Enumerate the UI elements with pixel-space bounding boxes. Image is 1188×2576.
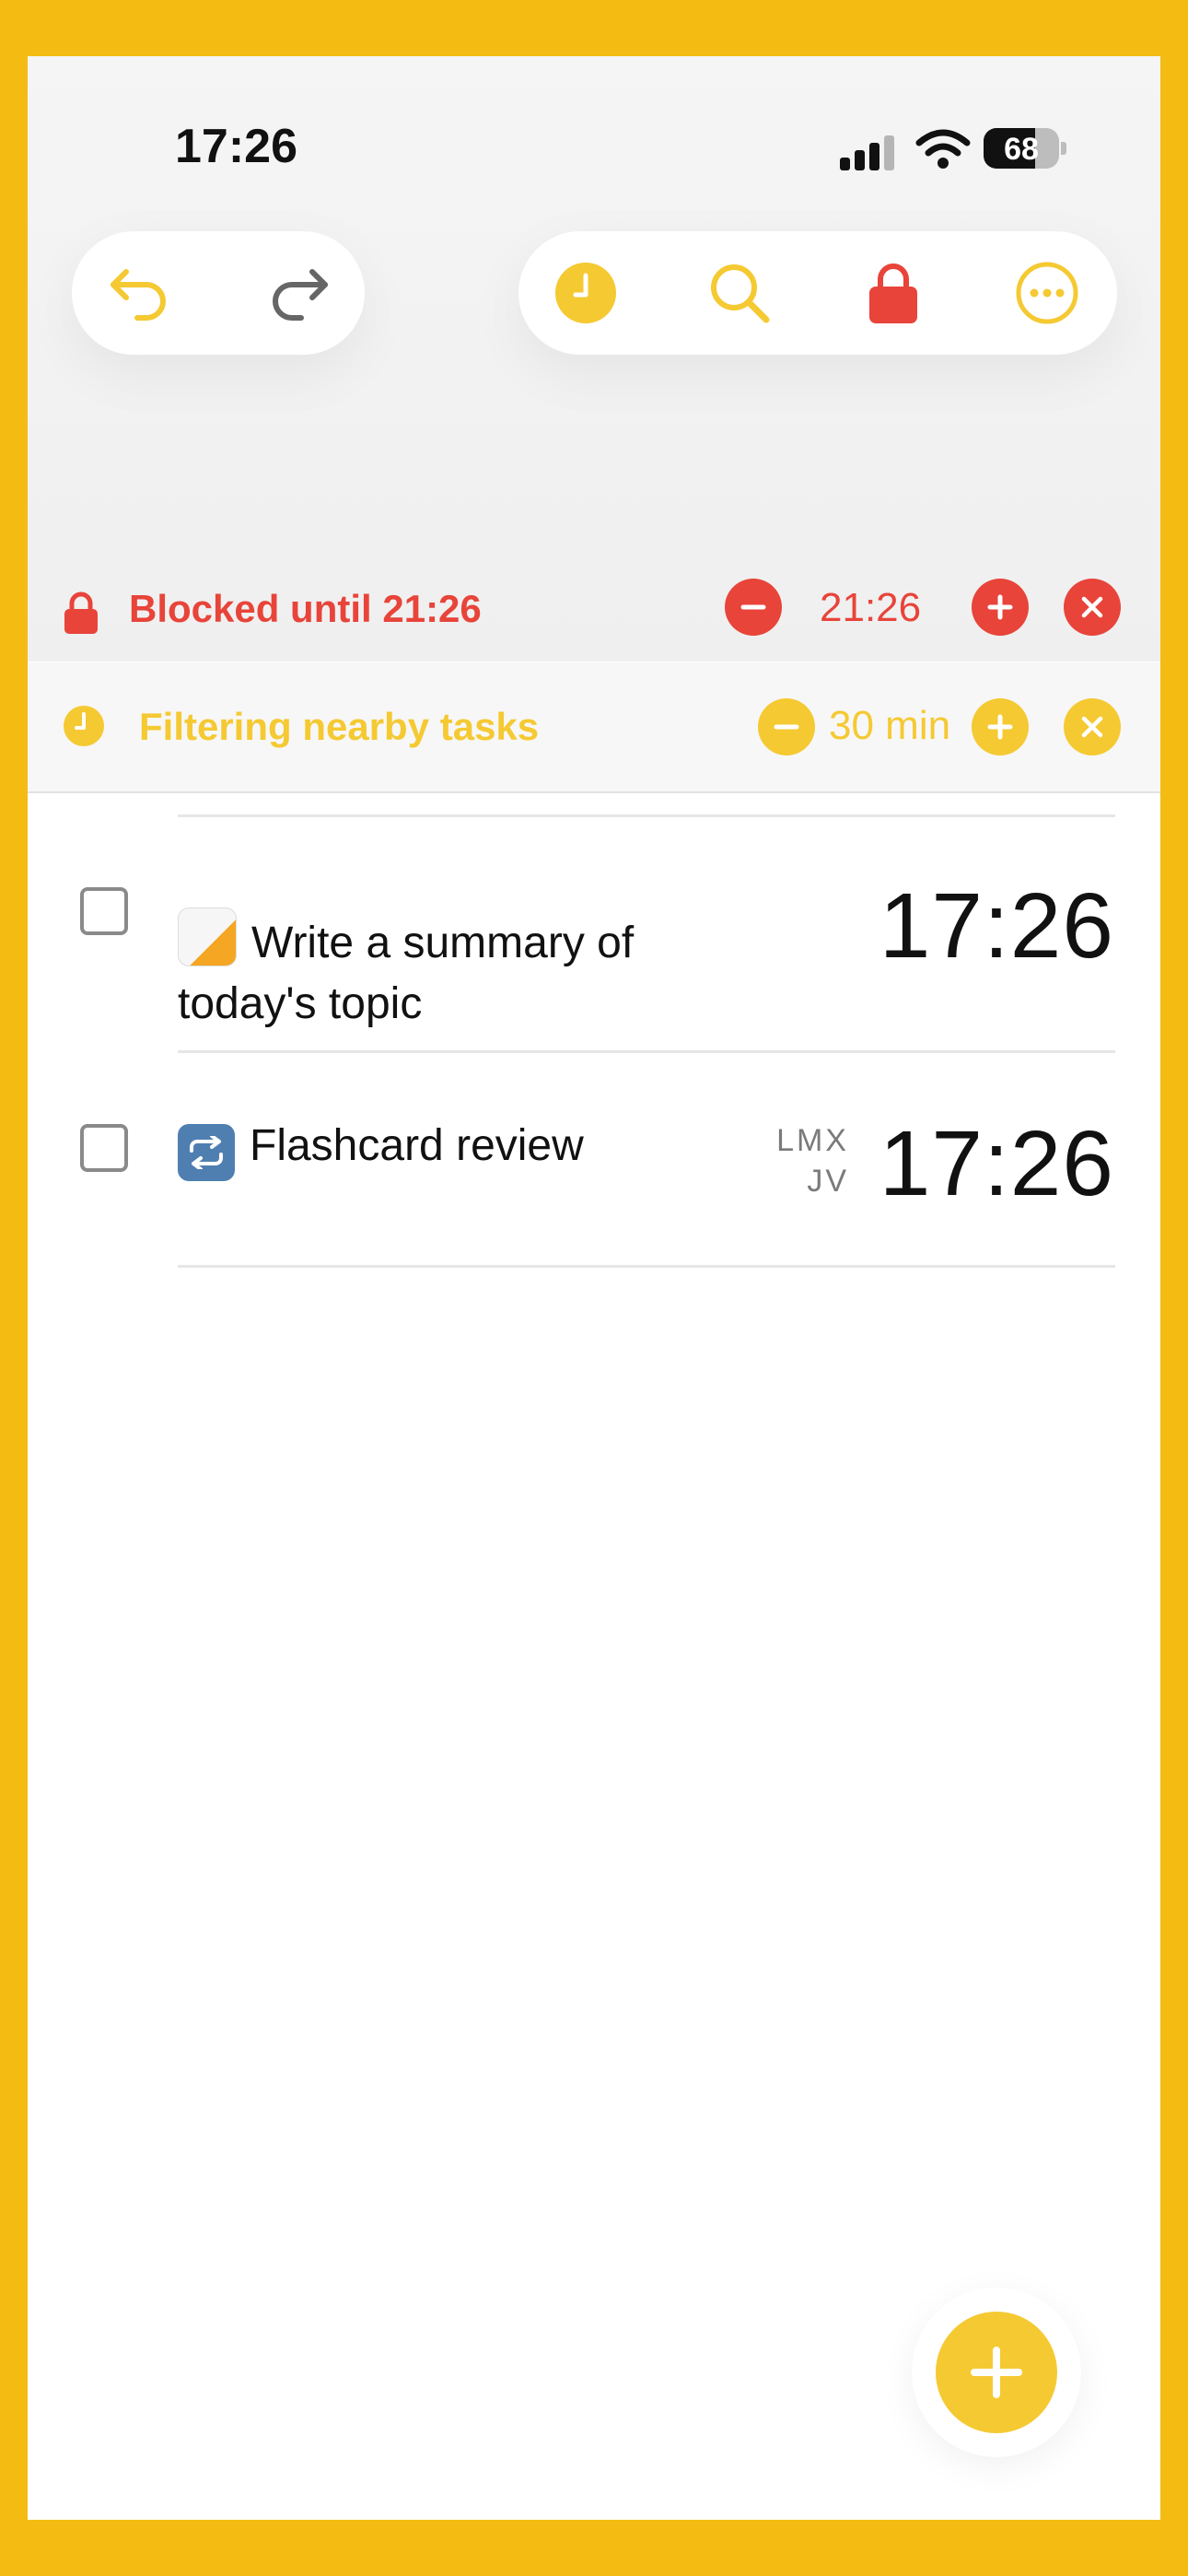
wifi-icon xyxy=(915,128,971,175)
battery-tip xyxy=(1061,142,1066,155)
filter-label: Filtering nearby tasks xyxy=(139,705,540,748)
task-title-line1: Write a summary of xyxy=(251,919,635,967)
redo-icon xyxy=(273,269,328,321)
repeat-days-line1: LMX xyxy=(776,1123,849,1158)
task-title-line1: Flashcard review xyxy=(250,1121,584,1170)
lock-button[interactable] xyxy=(852,252,935,334)
task-title: Flashcard review xyxy=(178,1116,693,1181)
blocked-label: Blocked until 21:26 xyxy=(129,587,482,630)
task-title: Write a summary of today's topic xyxy=(178,907,749,1035)
minus-icon xyxy=(774,724,799,730)
undo-button[interactable] xyxy=(99,252,182,334)
repeat-days: LMX JV xyxy=(776,1120,849,1201)
plus-icon xyxy=(987,594,1013,620)
search-icon xyxy=(711,264,770,323)
task-time: 17:26 xyxy=(879,1112,1114,1215)
blocked-close-button[interactable] xyxy=(1064,579,1121,636)
filter-decrease-button[interactable] xyxy=(758,698,815,755)
repeat-icon xyxy=(178,1124,235,1181)
undo-icon xyxy=(111,269,166,321)
filter-banner: Filtering nearby tasks 30 min xyxy=(28,662,1160,793)
lock-icon xyxy=(869,263,917,323)
blocked-increase-button[interactable] xyxy=(972,579,1029,636)
clock-icon xyxy=(64,706,104,746)
redo-button[interactable] xyxy=(256,252,339,334)
search-button[interactable] xyxy=(698,252,781,334)
plus-icon xyxy=(987,714,1013,740)
list-divider xyxy=(178,814,1115,817)
add-task-button-container xyxy=(912,2288,1081,2457)
signal-icon xyxy=(840,134,899,170)
plus-icon xyxy=(971,2347,1022,2398)
close-icon xyxy=(1081,596,1103,618)
repeat-days-line2: JV xyxy=(807,1164,849,1199)
lock-icon xyxy=(64,591,98,634)
memo-icon xyxy=(178,907,237,966)
blocked-decrease-button[interactable] xyxy=(725,579,782,636)
blocked-value: 21:26 xyxy=(820,585,922,630)
more-icon xyxy=(1016,262,1078,324)
task-checkbox[interactable] xyxy=(80,1124,128,1172)
close-icon xyxy=(1081,716,1103,738)
actions-toolbar xyxy=(518,231,1117,355)
filter-close-button[interactable] xyxy=(1064,698,1121,755)
task-time: 17:26 xyxy=(879,874,1114,978)
list-divider xyxy=(178,1265,1115,1268)
add-task-button[interactable] xyxy=(936,2312,1057,2433)
task-title-line2: today's topic xyxy=(178,979,423,1028)
filter-increase-button[interactable] xyxy=(972,698,1029,755)
undo-redo-toolbar xyxy=(72,231,365,355)
app-screen: 17:26 68 Blocked until 21:26 21:26 Filte… xyxy=(28,56,1160,2520)
status-time: 17:26 xyxy=(175,120,297,173)
task-checkbox[interactable] xyxy=(80,887,128,935)
clock-icon xyxy=(555,263,616,323)
battery-icon: 68 xyxy=(984,128,1059,169)
minus-icon xyxy=(740,604,766,610)
clock-filter-button[interactable] xyxy=(544,252,627,334)
list-divider xyxy=(178,1050,1115,1053)
battery-level: 68 xyxy=(1004,132,1039,167)
more-button[interactable] xyxy=(1006,252,1089,334)
filter-value: 30 min xyxy=(829,703,951,748)
blocked-banner: Blocked until 21:26 21:26 xyxy=(28,554,1160,664)
